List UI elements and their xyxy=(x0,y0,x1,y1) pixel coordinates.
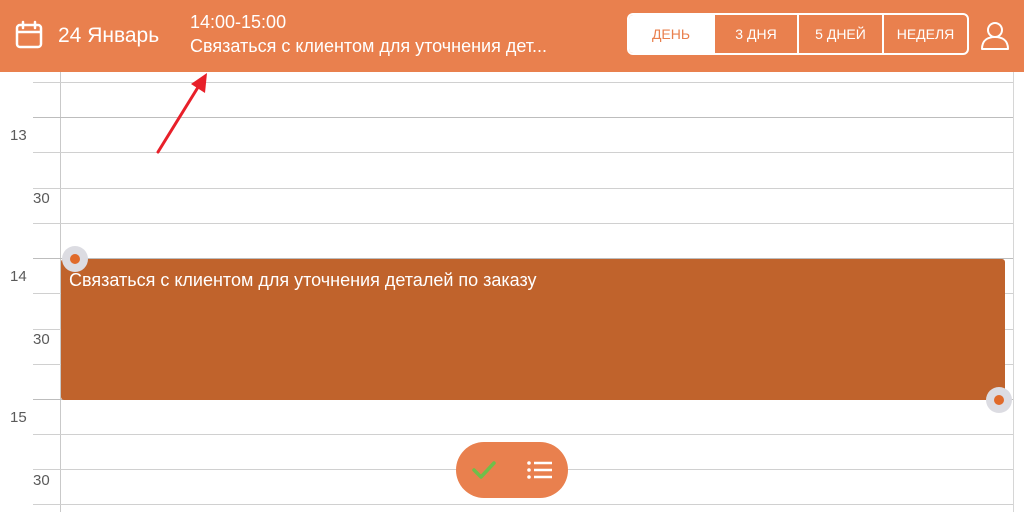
grid-line xyxy=(33,434,1013,435)
time-label: 30 xyxy=(33,472,50,489)
time-label: 30 xyxy=(33,190,50,207)
view-switcher: ДЕНЬ 3 ДНЯ 5 ДНЕЙ НЕДЕЛЯ xyxy=(627,13,969,55)
view-5days-button[interactable]: 5 ДНЕЙ xyxy=(797,15,882,53)
view-day-button[interactable]: ДЕНЬ xyxy=(629,15,713,53)
grid-line xyxy=(33,188,1013,189)
event-resize-handle-top[interactable] xyxy=(62,246,88,272)
app-header: 24 Январь 14:00-15:00 Связаться с клиент… xyxy=(0,0,1024,72)
time-label: 15 xyxy=(10,409,27,426)
time-label: 30 xyxy=(33,331,50,348)
grid-line xyxy=(33,223,1013,224)
list-icon[interactable] xyxy=(526,459,554,481)
selected-event-title: Связаться с клиентом для уточнения дет..… xyxy=(190,36,548,56)
current-date[interactable]: 24 Январь xyxy=(58,24,159,48)
annotation-arrow-icon xyxy=(156,73,207,154)
time-label: 13 xyxy=(10,127,27,144)
view-3days-button[interactable]: 3 ДНЯ xyxy=(713,15,797,53)
view-week-button[interactable]: НЕДЕЛЯ xyxy=(882,15,967,53)
grid-line xyxy=(33,504,1013,505)
user-icon[interactable] xyxy=(978,18,1012,52)
right-edge-line xyxy=(1013,72,1014,512)
event-resize-handle-bottom[interactable] xyxy=(986,387,1012,413)
event-title: Связаться с клиентом для уточнения детал… xyxy=(69,270,537,290)
event-actions xyxy=(456,442,568,498)
time-label: 14 xyxy=(10,268,27,285)
check-icon[interactable] xyxy=(471,459,497,481)
calendar-icon[interactable] xyxy=(14,20,44,50)
calendar-event[interactable]: Связаться с клиентом для уточнения детал… xyxy=(61,259,1005,400)
selected-event-time: 14:00-15:00 xyxy=(190,12,287,32)
